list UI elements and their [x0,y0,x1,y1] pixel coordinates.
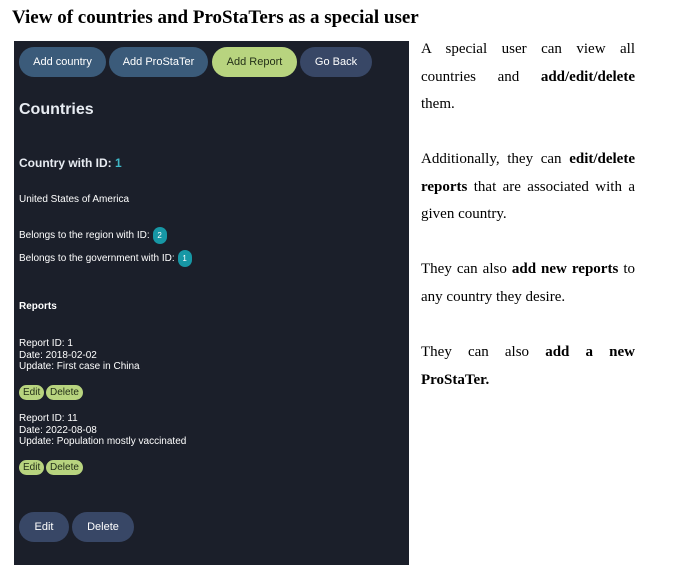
description-text: They can also [421,344,546,360]
country-id-value: 1 [115,156,122,170]
report-id: Report ID: 11 [19,413,78,424]
countries-heading: Countries [19,101,94,118]
reports-heading: Reports [19,301,57,312]
country-name: United States of America [19,194,130,205]
description-paragraph-1: A special user can view all countries an… [421,36,635,119]
report-delete-button[interactable]: Delete [46,460,83,475]
add-report-button[interactable]: Add Report [212,47,297,77]
report-date: Date: 2018-02-02 [19,349,97,361]
country-edit-button[interactable]: Edit [19,512,69,542]
report-delete-button[interactable]: Delete [46,385,83,400]
report-id: Report ID: 1 [19,338,73,349]
description-paragraph-2: Additionally, they can edit/delete repor… [421,146,635,229]
description-emphasis: add new reports [511,261,619,277]
country-id-label: Country with ID: [19,156,112,170]
government-line: Belongs to the government with ID: 1 [19,250,192,267]
government-label: Belongs to the government with ID: [19,253,175,265]
report-update: Update: Population mostly vaccinated [19,436,187,447]
country-delete-button[interactable]: Delete [72,512,134,542]
region-line: Belongs to the region with ID: 2 [19,227,167,244]
report-item: Report ID: 1 Date: 2018-02-02 Update: Fi… [19,338,140,373]
add-country-button[interactable]: Add country [19,47,106,77]
report-update: Update: First case in China [19,361,140,372]
region-id-badge[interactable]: 2 [152,227,167,244]
report-item: Report ID: 11 Date: 2022-08-08 Update: P… [19,413,186,448]
app-screenshot: Add country Add ProStaTer Add Report Go … [14,41,409,565]
report-date: Date: 2022-08-08 [19,424,97,436]
description-paragraph-4: They can also add a new ProStaTer. [421,339,635,394]
description-emphasis: add/edit/delete [540,68,635,85]
report-edit-button[interactable]: Edit [19,460,45,475]
description-text: Additionally, they can [421,151,570,167]
description-text: them. [421,96,455,112]
region-label: Belongs to the region with ID: [19,230,150,242]
report-edit-button[interactable]: Edit [19,385,45,400]
add-prostater-button[interactable]: Add ProStaTer [109,47,208,77]
page-title: View of countries and ProStaTers as a sp… [12,7,419,28]
government-id-badge[interactable]: 1 [177,250,192,267]
go-back-button[interactable]: Go Back [300,47,372,77]
description-text: They can also [421,261,512,277]
description-paragraph-3: They can also add new reports to any cou… [421,256,635,311]
country-id-line: Country with ID: 1 [19,156,122,170]
